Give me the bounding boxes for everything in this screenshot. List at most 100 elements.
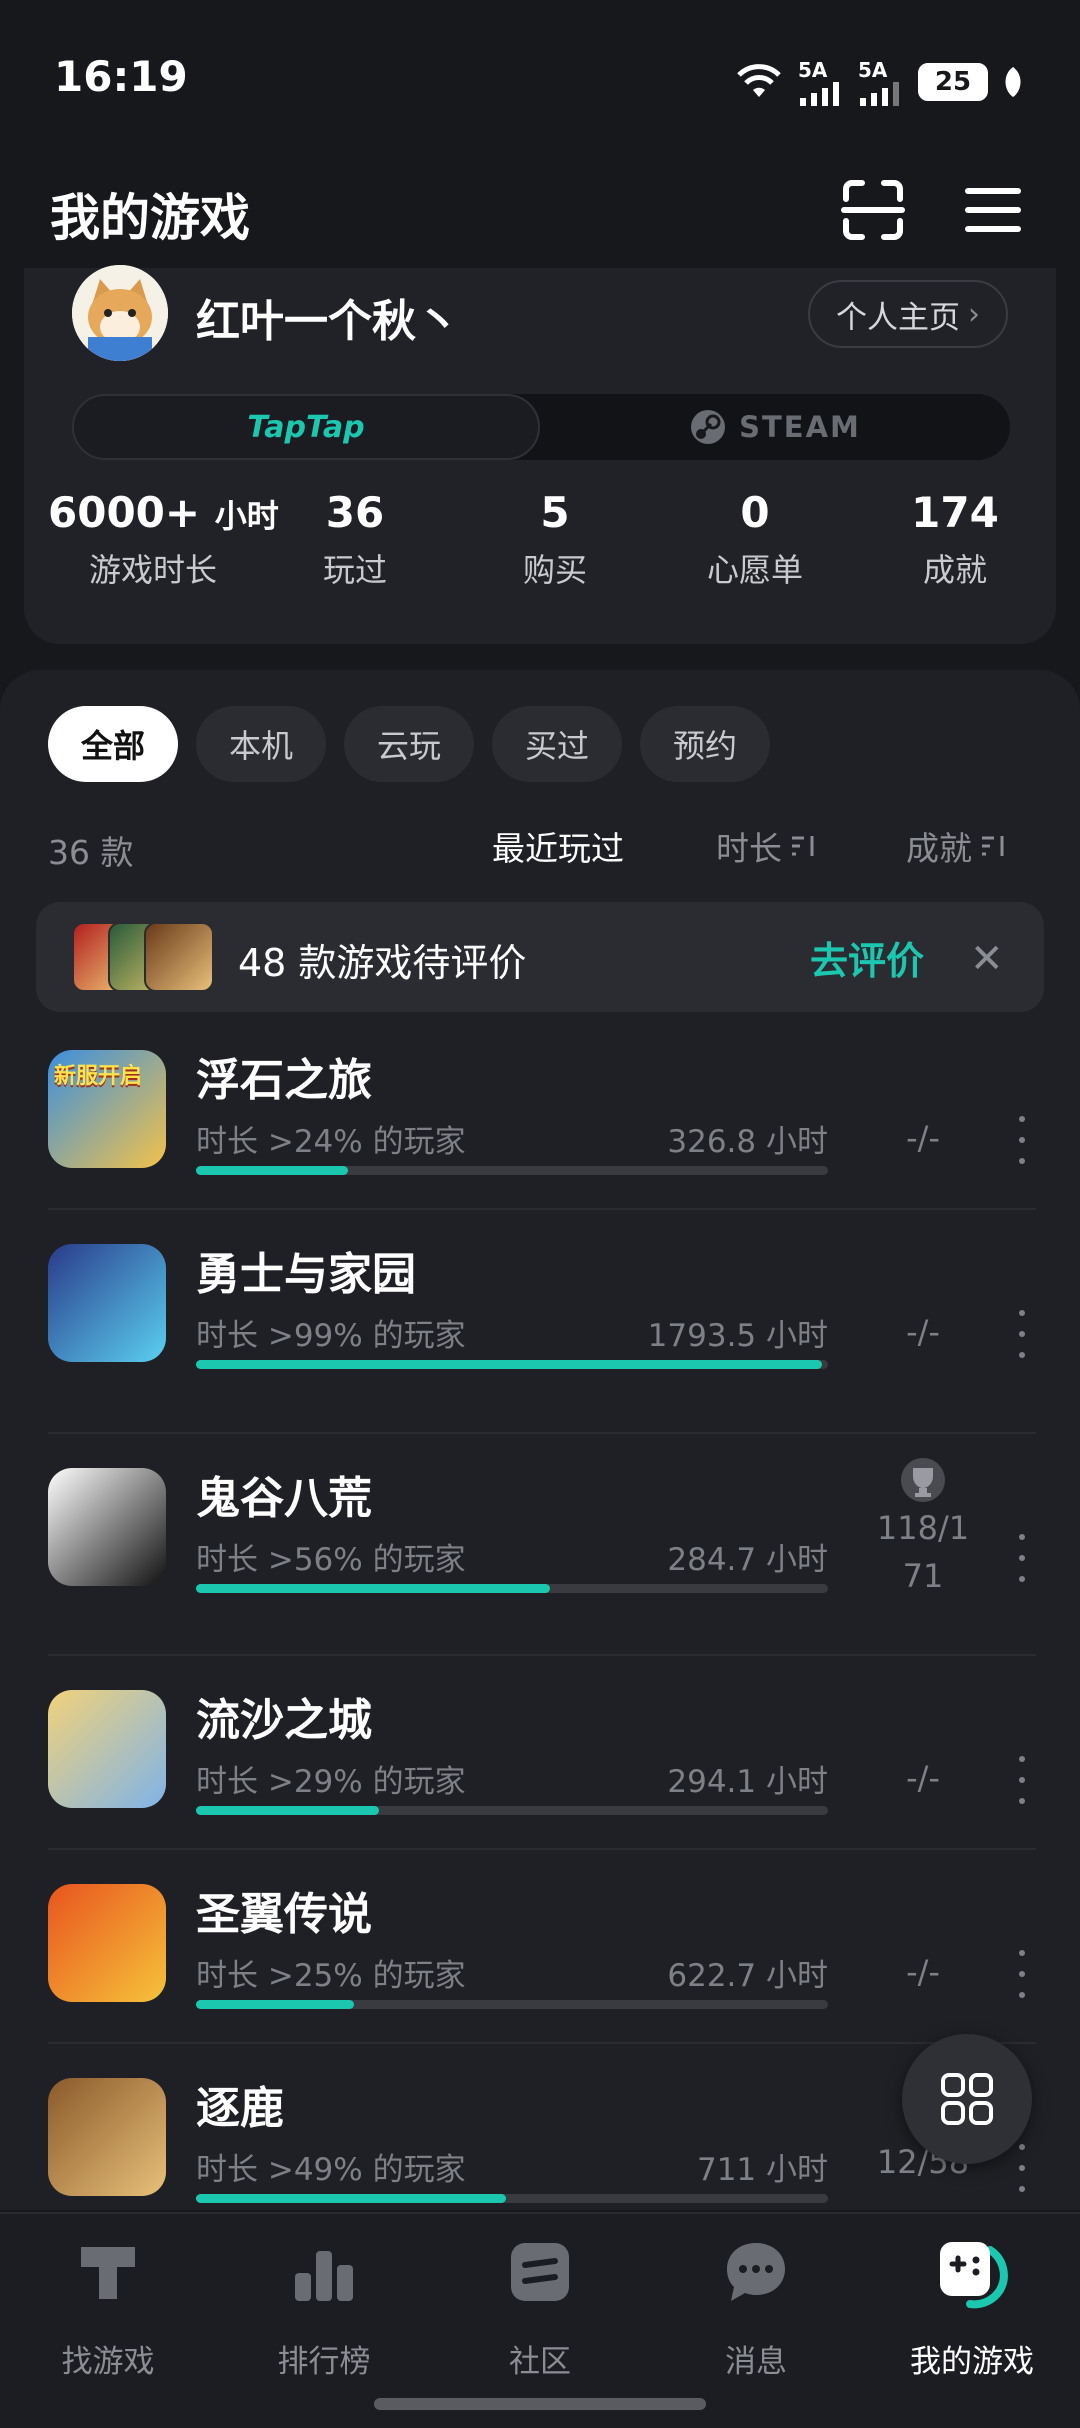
stat-played[interactable]: 36 玩过 — [290, 488, 420, 591]
playtime-progress-fill — [196, 2000, 354, 2009]
row-divider — [48, 1654, 1036, 1656]
stat-label: 心愿单 — [706, 551, 803, 589]
scan-button[interactable] — [838, 175, 908, 245]
game-achievement[interactable]: -/- — [858, 1114, 988, 1162]
playtime-progress-fill — [196, 1584, 550, 1593]
grid-icon — [941, 2073, 993, 2125]
stat-value: 174 — [911, 488, 999, 537]
stat-label: 成就 — [922, 551, 987, 589]
playtime-progress-fill — [196, 1806, 380, 1815]
menu-icon — [965, 188, 1021, 232]
row-divider — [48, 1848, 1036, 1850]
trophy-icon — [901, 1458, 945, 1502]
sort-achievement[interactable]: 成就 — [906, 822, 1008, 870]
sort-icon — [792, 836, 814, 856]
nav-label: 消息 — [725, 2344, 787, 2380]
stat-play-time[interactable]: 6000+ 小时 游戏时长 — [48, 488, 279, 591]
signal-2: 5A — [858, 58, 904, 106]
homepage-label: 个人主页 — [836, 299, 960, 336]
homepage-button[interactable]: 个人主页 › — [808, 280, 1008, 348]
stat-label: 购买 — [522, 551, 587, 589]
platform-tab-taptap[interactable]: TapTap — [72, 394, 540, 460]
page-title: 我的游戏 — [50, 189, 250, 247]
grid-view-button[interactable] — [902, 2034, 1032, 2164]
ranking-icon — [295, 2251, 353, 2301]
row-divider — [48, 1432, 1036, 1434]
game-achievement[interactable]: -/- — [858, 1308, 988, 1356]
playtime-progress-fill — [196, 2194, 506, 2203]
more-options-icon[interactable] — [1012, 1110, 1032, 1170]
game-title[interactable]: 鬼谷八荒 — [196, 1462, 372, 1526]
my-games-icon — [940, 2242, 1008, 2309]
review-action-button[interactable]: 去评价 — [810, 930, 924, 985]
menu-button[interactable] — [958, 175, 1028, 245]
achievement-value: -/- — [906, 1759, 940, 1797]
game-icon[interactable] — [48, 2078, 166, 2196]
game-hours: 711 小时 — [696, 2152, 828, 2188]
stat-value: 5 — [540, 488, 570, 537]
sort-recent[interactable]: 最近玩过 — [492, 822, 624, 870]
nav-label: 排行榜 — [277, 2344, 371, 2380]
achievement-value: -/- — [906, 1313, 940, 1351]
battery-icon: 25 — [918, 63, 988, 101]
game-icon[interactable] — [48, 1690, 166, 1808]
game-achievement[interactable]: -/- — [858, 1948, 988, 1996]
game-title[interactable]: 浮石之旅 — [196, 1044, 372, 1108]
more-options-icon[interactable] — [1012, 1750, 1032, 1810]
steam-icon — [691, 410, 726, 444]
game-title[interactable]: 逐鹿 — [196, 2072, 284, 2136]
filter-cloud[interactable]: 云玩 — [344, 706, 474, 782]
scan-icon — [841, 180, 905, 240]
nav-label: 我的游戏 — [910, 2344, 1034, 2380]
platform-tab-steam[interactable]: STEAM — [540, 394, 1010, 460]
playtime-progress-bar — [196, 1166, 828, 1175]
game-title[interactable]: 流沙之城 — [196, 1684, 372, 1748]
achievement-value: -/- — [906, 1953, 940, 1991]
nav-find-games[interactable]: 找游戏 — [0, 2230, 216, 2381]
game-achievement[interactable]: 118/171 — [858, 1456, 988, 1600]
home-indicator[interactable] — [374, 2398, 706, 2410]
playtime-progress-bar — [196, 1806, 828, 1815]
avatar[interactable] — [72, 265, 168, 361]
playtime-progress-bar — [196, 1584, 828, 1593]
more-options-icon[interactable] — [1012, 1304, 1032, 1364]
game-title[interactable]: 圣翼传说 — [196, 1878, 372, 1942]
signal-icon — [800, 82, 839, 106]
game-icon[interactable]: 新服开启 — [48, 1050, 166, 1168]
game-rank-text: 时长 >24% 的玩家 — [196, 1124, 466, 1160]
review-text: 48 款游戏待评价 — [238, 941, 527, 985]
game-rank-text: 时长 >29% 的玩家 — [196, 1764, 466, 1800]
game-icon[interactable] — [48, 1468, 166, 1586]
game-title[interactable]: 勇士与家园 — [196, 1238, 416, 1302]
stat-achievements[interactable]: 174 成就 — [890, 488, 1020, 591]
sort-duration[interactable]: 时长 — [716, 822, 818, 870]
signal-icon — [860, 82, 899, 106]
stat-wishlist[interactable]: 0 心愿单 — [690, 488, 820, 591]
nav-community[interactable]: 社区 — [432, 2230, 648, 2381]
sort-icon — [982, 836, 1004, 856]
nav-messages[interactable]: 消息 — [648, 2230, 864, 2381]
game-icon[interactable] — [48, 1884, 166, 2002]
wifi-icon — [737, 64, 781, 97]
nav-my-games[interactable]: 我的游戏 — [864, 2230, 1080, 2381]
playtime-progress-fill — [196, 1360, 822, 1369]
avatar-image — [72, 265, 168, 361]
game-achievement[interactable]: -/- — [858, 1754, 988, 1802]
filter-bought[interactable]: 买过 — [492, 706, 622, 782]
more-options-icon[interactable] — [1012, 2138, 1032, 2198]
review-game-thumbnails — [72, 922, 214, 992]
taptap-logo-icon — [81, 2247, 135, 2299]
filter-reserved[interactable]: 预约 — [640, 706, 770, 782]
status-time: 16:19 — [54, 52, 188, 101]
more-options-icon[interactable] — [1012, 1528, 1032, 1588]
filter-all[interactable]: 全部 — [48, 706, 178, 782]
nav-ranking[interactable]: 排行榜 — [216, 2230, 432, 2381]
close-icon[interactable]: ✕ — [970, 936, 1004, 982]
filter-local[interactable]: 本机 — [196, 706, 326, 782]
game-hours: 622.7 小时 — [667, 1958, 828, 1994]
chevron-right-icon: › — [968, 296, 980, 332]
stat-purchased[interactable]: 5 购买 — [490, 488, 620, 591]
more-options-icon[interactable] — [1012, 1944, 1032, 2004]
game-icon[interactable] — [48, 1244, 166, 1362]
stat-value: 0 — [740, 488, 770, 537]
